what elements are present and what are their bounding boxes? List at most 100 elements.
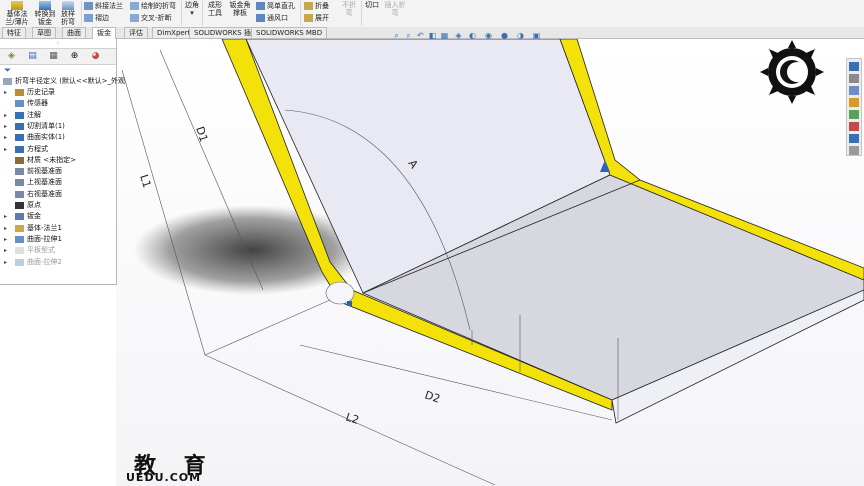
solidworks-forum-icon[interactable] (849, 146, 859, 155)
display-manager-tab-icon[interactable]: ◕ (86, 50, 105, 62)
vent-icon (256, 14, 265, 22)
view-settings-icon[interactable]: ▣ (532, 31, 541, 40)
hem-button[interactable]: 褶边 (84, 14, 109, 23)
rip-button[interactable]: 切口 (364, 1, 380, 9)
resources-icon[interactable] (849, 74, 859, 83)
surface-extrude-icon (15, 258, 24, 266)
lofted-bend-button[interactable]: 放样折弯 (58, 1, 78, 26)
annotation-icon (15, 111, 24, 119)
filter-icon[interactable]: ⏷ (4, 66, 11, 76)
expand-arrow-icon[interactable]: ▸ (4, 234, 7, 245)
tree-item-label: 方程式 (27, 144, 48, 153)
tree-item-label: 曲面实体(1) (27, 133, 65, 142)
ribbon-separator (181, 1, 182, 26)
hem-icon (84, 14, 93, 22)
plane-icon (15, 190, 24, 198)
expand-arrow-icon[interactable]: ▸ (4, 110, 7, 121)
part-icon (3, 78, 12, 85)
expand-arrow-icon[interactable]: ▸ (4, 132, 7, 143)
sketched-bend-button[interactable]: 绘制的折弯 (130, 2, 176, 11)
panel-collapse-handle[interactable]: ◦ (56, 40, 60, 47)
origin-icon (15, 202, 24, 209)
custom-properties-icon[interactable] (849, 134, 859, 143)
tree-item-label: 右视基准面 (27, 189, 62, 198)
gusset-button[interactable]: 钣金角撑板 (228, 1, 252, 17)
manager-tabs: ◈ ▤ ▦ ⊕ ◕ (0, 48, 116, 65)
tab-features[interactable]: 特征 (2, 27, 26, 38)
unfold-button[interactable]: 展开 (304, 14, 329, 23)
watermark-en: UEDU.COM (126, 471, 202, 484)
tree-item-label: 钣金 (27, 212, 41, 221)
view-palette-icon[interactable] (849, 110, 859, 119)
tree-item-label: 平板型式 (27, 246, 55, 255)
vent-button[interactable]: 通风口 (256, 14, 288, 23)
graphics-viewport[interactable]: D1 L1 A D2 L2 (0, 39, 864, 486)
configuration-manager-tab-icon[interactable]: ▦ (44, 50, 63, 62)
section-view-icon[interactable]: ◧ (428, 31, 437, 40)
expand-arrow-icon[interactable]: ▸ (4, 121, 7, 132)
ribbon-separator (300, 1, 301, 26)
convert-icon (39, 1, 51, 10)
appearances-icon[interactable] (849, 122, 859, 131)
expand-arrow-icon[interactable]: ▸ (4, 223, 7, 234)
cross-break-button[interactable]: 交叉-折断 (130, 14, 172, 23)
tree-item-label: 基体-法兰1 (27, 223, 62, 232)
cross-break-icon (130, 14, 139, 22)
expand-arrow-icon[interactable]: ▸ (4, 144, 7, 155)
equation-icon (15, 145, 24, 153)
fold-button[interactable]: 折叠 (304, 2, 329, 11)
tab-surfaces[interactable]: 曲面 (62, 27, 86, 38)
tree-item-label: 上视基准面 (27, 178, 62, 187)
corners-button[interactable]: 边角 ▾ (184, 1, 200, 17)
zoom-area-icon[interactable]: ⌕ (404, 31, 413, 40)
edit-appearance-icon[interactable]: ● (500, 31, 509, 40)
heads-up-view-toolbar: ⌕ ⌕ ↶ ◧ ▦ ◈ ◐ ◉ ● ◑ ▣ (392, 30, 582, 42)
brand-logo (760, 40, 824, 104)
simple-hole-button[interactable]: 简单直孔 (256, 2, 295, 11)
history-icon (15, 89, 24, 96)
expand-arrow-icon[interactable]: ▸ (4, 87, 7, 98)
tab-evaluate[interactable]: 评估 (124, 27, 148, 38)
insert-bend-button[interactable]: 插入折弯 (384, 1, 406, 17)
tab-solidworks-mbd[interactable]: SOLIDWORKS MBD (251, 27, 328, 38)
task-pane (846, 58, 862, 156)
ribbon-separator (202, 1, 203, 26)
dynamic-annotation-icon[interactable]: ▦ (440, 31, 449, 40)
tree-item-label: 注解 (27, 110, 41, 119)
sketched-bend-icon (130, 2, 139, 10)
base-flange-button[interactable]: 基体法兰/薄片 (2, 1, 32, 26)
hide-show-items-icon[interactable]: ◉ (484, 31, 493, 40)
tree-item-label: 曲面-拉伸1 (27, 234, 62, 243)
file-explorer-icon[interactable] (849, 98, 859, 107)
bend-region (325, 281, 355, 305)
no-bend-button[interactable]: 不折弯 (340, 1, 358, 17)
feature-manager-tab-icon[interactable]: ◈ (2, 50, 21, 62)
tab-sheetmetal[interactable]: 钣金 (92, 27, 116, 39)
miter-flange-button[interactable]: 斜接法兰 (84, 2, 123, 11)
forming-tool-button[interactable]: 成形工具 (205, 1, 225, 17)
home-icon[interactable] (849, 62, 859, 71)
zoom-to-fit-icon[interactable]: ⌕ (392, 31, 401, 40)
convert-to-sheetmetal-button[interactable]: 转换到钣金 (34, 1, 56, 26)
view-orientation-icon[interactable]: ◈ (454, 31, 463, 40)
command-manager-ribbon: 基体法兰/薄片 转换到钣金 放样折弯 斜接法兰 褶边 绘制的折弯 交叉-折断 边… (0, 0, 864, 28)
dimxpert-manager-tab-icon[interactable]: ⊕ (65, 50, 84, 62)
tab-sketch[interactable]: 草图 (32, 27, 56, 38)
property-manager-tab-icon[interactable]: ▤ (23, 50, 42, 62)
sheetmetal-icon (15, 213, 24, 221)
surface-body-icon (15, 134, 24, 142)
cutlist-icon (15, 122, 24, 130)
design-library-icon[interactable] (849, 86, 859, 95)
expand-arrow-icon[interactable]: ▸ (4, 245, 7, 256)
expand-arrow-icon[interactable]: ▸ (4, 211, 7, 222)
plane-icon (15, 168, 24, 176)
expand-arrow-icon[interactable]: ▸ (4, 257, 7, 268)
surface-extrude-icon (15, 235, 24, 243)
previous-view-icon[interactable]: ↶ (416, 31, 425, 40)
apply-scene-icon[interactable]: ◑ (516, 31, 525, 40)
base-flange-icon (11, 1, 23, 10)
display-style-icon[interactable]: ◐ (468, 31, 477, 40)
ribbon-separator (361, 1, 362, 26)
fold-icon (304, 2, 313, 10)
unfold-icon (304, 14, 313, 22)
